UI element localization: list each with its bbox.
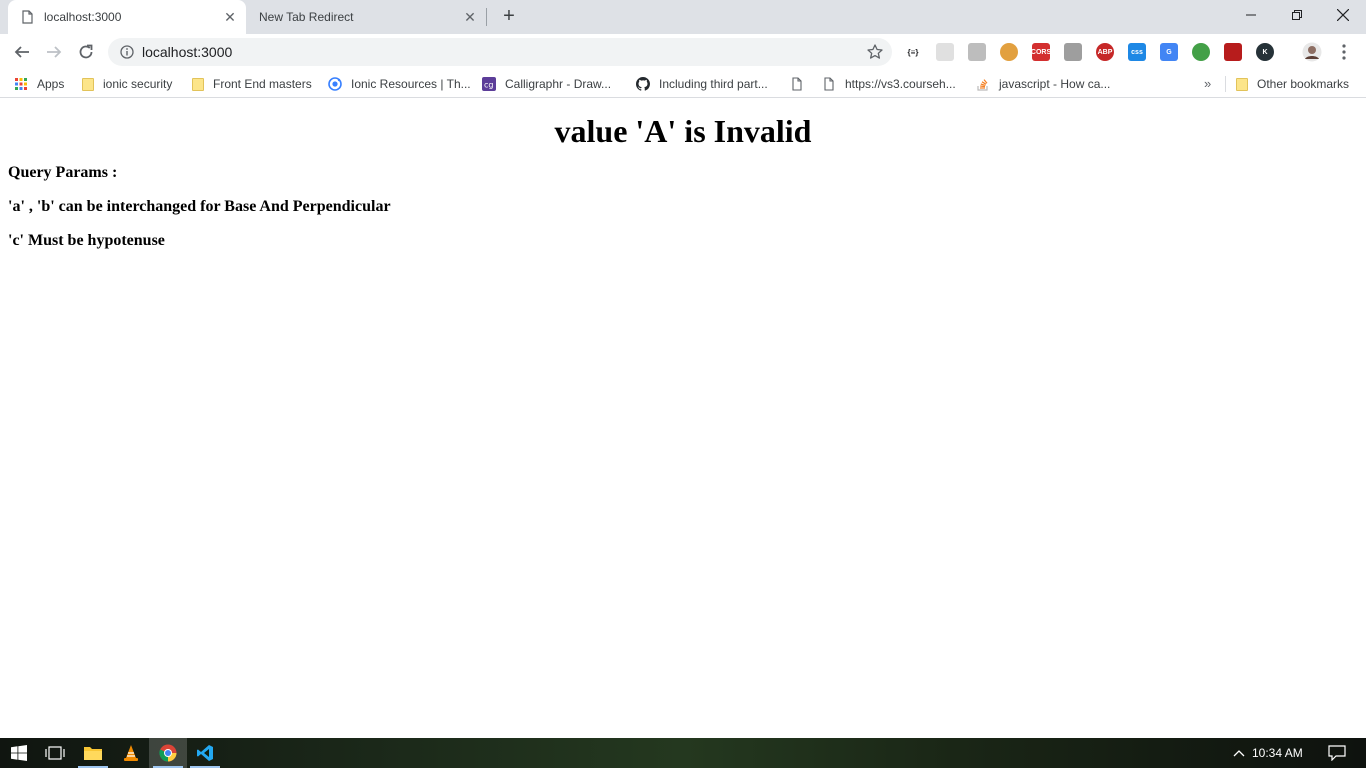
task-view-button[interactable] [36,738,74,768]
cors-icon[interactable]: CORS [1031,43,1051,61]
vlc-button[interactable] [112,738,150,768]
notifications-icon [1328,745,1346,761]
bookmark-label: Including third part... [659,77,768,91]
tab-strip: localhost:3000 ✕ New Tab Redirect ✕ + [0,0,1366,34]
interchange-line: 'a' , 'b' can be interchanged for Base A… [8,198,391,215]
page-icon [824,77,834,91]
windows-logo-icon [11,745,27,761]
folder-icon [82,77,94,91]
tab-separator [486,8,487,26]
action-center-button[interactable] [1318,738,1356,768]
bookmark-label: javascript - How ca... [999,77,1111,91]
bookmark-apps[interactable]: Apps [14,76,64,92]
bookmark-calligraphr[interactable]: cg Calligraphr - Draw... [482,76,611,92]
minimize-button[interactable] [1228,0,1274,30]
calligraphr-icon: cg [482,77,496,91]
back-arrow-icon [14,46,29,58]
more-bookmarks-chevron-icon[interactable]: » [1204,76,1211,91]
folder-icon [192,77,204,91]
bookmark-other-bookmarks[interactable]: Other bookmarks [1236,76,1349,92]
bookmark-coursehero[interactable]: https://vs3.courseh... [822,76,956,92]
json-formatter-icon[interactable]: {≡} [904,43,922,61]
ionic-icon [328,77,342,91]
bookmarks-separator [1225,76,1226,92]
forward-arrow-icon [47,46,62,58]
google-translate-icon[interactable]: G [1160,43,1178,61]
file-explorer-icon [84,747,102,760]
query-params-line: Query Params : [8,164,118,181]
vlc-cone-icon [124,745,138,761]
tab-title: New Tab Redirect [259,10,354,24]
menu-button[interactable] [1332,40,1356,64]
css-icon[interactable]: css [1128,43,1146,61]
close-icon [1337,9,1349,21]
github-icon [636,77,650,91]
close-window-button[interactable] [1320,0,1366,30]
info-icon[interactable] [120,45,134,59]
url-input[interactable] [142,44,842,60]
chrome-icon [159,744,177,762]
hypotenuse-line: 'c' Must be hypotenuse [8,232,165,249]
browser-toolbar: {≡} CORS ABP css G K [0,34,1366,70]
close-tab-icon[interactable]: ✕ [222,9,238,25]
new-tab-button[interactable]: + [498,6,520,28]
page-heading: value 'A' is Invalid [554,113,812,149]
more-vert-icon [1342,44,1346,60]
tab-new-tab-redirect[interactable]: New Tab Redirect ✕ [246,0,486,34]
bookmark-star-icon[interactable] [866,43,884,61]
bookmark-label: ionic security [103,77,173,91]
bookmark-label: https://vs3.courseh... [845,77,956,91]
chevron-up-icon [1233,750,1245,757]
minimize-icon [1246,14,1256,16]
avatar [1302,42,1322,62]
restore-icon [1292,10,1302,20]
reload-button[interactable] [74,40,98,64]
shield-icon[interactable] [1064,43,1082,61]
page-icon [792,77,802,91]
start-button[interactable] [0,738,38,768]
bookmark-label: Ionic Resources | Th... [351,77,471,91]
k-extension-icon[interactable]: K [1256,43,1274,61]
stackoverflow-icon [977,79,988,91]
tab-localhost[interactable]: localhost:3000 ✕ [8,0,246,34]
folder-icon [1236,77,1248,91]
page-content: value 'A' is Invalid Query Params : 'a' … [0,99,1366,738]
profile-avatar-button[interactable] [1300,40,1324,64]
vscode-icon [197,745,213,761]
bookmark-stackoverflow[interactable]: javascript - How ca... [976,76,1110,92]
chrome-taskbar-button[interactable] [149,738,187,768]
svg-text:cg: cg [484,81,493,90]
file-explorer-button[interactable] [74,738,112,768]
tab-title: localhost:3000 [44,10,122,24]
taskbar-clock[interactable]: 10:34 AM [1252,746,1303,760]
bookmarks-bar: Apps ionic security Front End masters Io… [0,70,1366,98]
vscode-button[interactable] [186,738,224,768]
extension-card-icon[interactable] [968,43,986,61]
show-hidden-icons-button[interactable] [1222,738,1256,768]
bookmark-empty-page[interactable] [790,76,813,92]
back-button[interactable] [10,40,34,64]
adblock-plus-icon[interactable]: ABP [1096,43,1114,61]
globe-icon[interactable] [1192,43,1210,61]
bookmark-front-end-masters[interactable]: Front End masters [192,76,312,92]
forward-button[interactable] [42,40,66,64]
windows-taskbar: 10:34 AM [0,738,1366,768]
bookmark-ionic-security[interactable]: ionic security [82,76,172,92]
bookmark-label: Other bookmarks [1257,77,1350,91]
bookmark-github[interactable]: Including third part... [636,76,768,92]
extension-cloud-icon[interactable] [936,43,954,61]
restore-button[interactable] [1274,0,1320,30]
extension-red-icon[interactable] [1224,43,1242,61]
address-bar[interactable] [108,38,892,66]
page-icon [22,10,33,24]
bookmark-label: Front End masters [213,77,312,91]
bookmark-label: Apps [37,77,65,91]
bookmark-label: Calligraphr - Draw... [505,77,612,91]
apps-grid-icon [15,78,27,90]
reload-icon [79,44,93,59]
bookmark-ionic-resources[interactable]: Ionic Resources | Th... [328,76,471,92]
task-view-icon [45,746,65,760]
cookie-icon[interactable] [1000,43,1018,61]
close-tab-icon[interactable]: ✕ [462,9,478,25]
